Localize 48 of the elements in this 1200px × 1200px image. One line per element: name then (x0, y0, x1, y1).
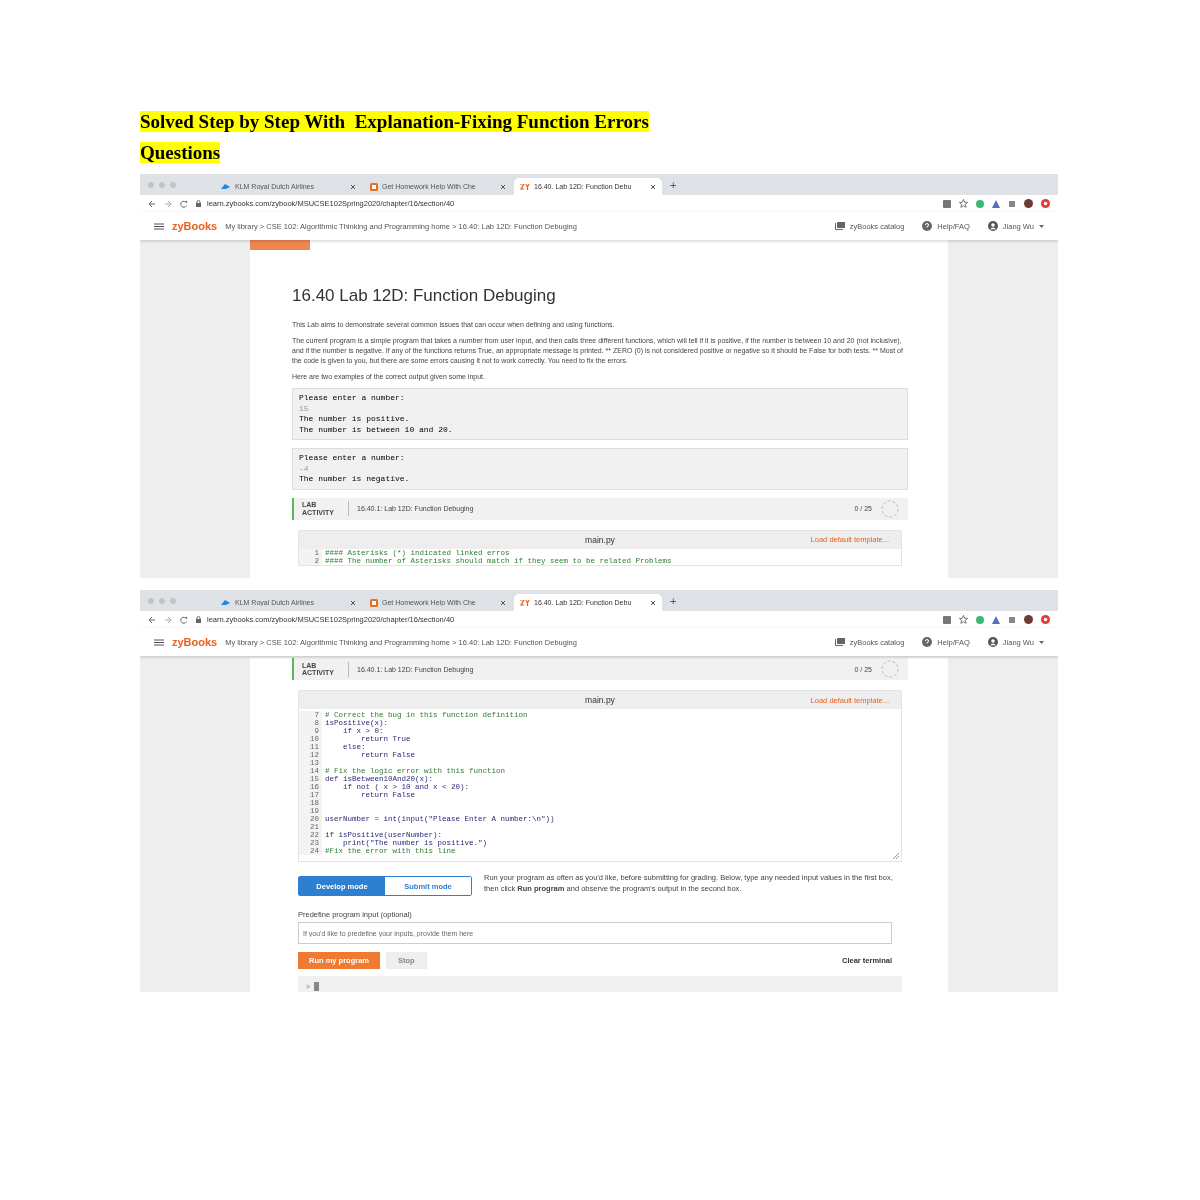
star-icon[interactable] (959, 199, 968, 208)
user-icon[interactable] (987, 637, 998, 647)
help-icon[interactable] (922, 637, 933, 647)
zy-logo-icon (520, 599, 530, 606)
caret-icon[interactable] (1039, 224, 1044, 228)
translate-icon[interactable] (943, 199, 951, 208)
lock-icon (196, 200, 201, 207)
close-icon[interactable] (500, 183, 506, 190)
caret-icon[interactable] (1039, 640, 1044, 644)
site-logo-icon (370, 598, 378, 607)
progress-ring-icon (880, 498, 900, 519)
example-output: Please enter a number: -4 The number is negative. (292, 448, 908, 490)
close-icon[interactable] (350, 599, 356, 606)
new-tab-button[interactable]: + (664, 178, 683, 191)
catalog-icon[interactable] (834, 222, 845, 230)
text-cursor (314, 981, 320, 991)
zy-logo-icon (520, 183, 530, 190)
site-logo-icon (370, 182, 378, 191)
translate-icon[interactable] (943, 615, 951, 624)
back-icon[interactable] (148, 199, 156, 208)
progress-strip (250, 240, 310, 250)
reload-icon[interactable] (180, 615, 188, 624)
menu-icon[interactable] (154, 638, 164, 646)
document-title: Questions (140, 142, 221, 163)
reload-icon[interactable] (180, 199, 188, 208)
progress-ring-icon (880, 659, 900, 679)
catalog-icon[interactable] (834, 638, 845, 646)
back-icon[interactable] (148, 615, 156, 624)
lock-icon (196, 616, 201, 623)
close-icon[interactable] (500, 599, 506, 606)
file-name: main.py (585, 534, 615, 545)
star-icon[interactable] (959, 615, 968, 624)
document-title: Solved Step by Step With Explanation-Fixing Function Errors (140, 111, 649, 132)
file-name: main.py (585, 695, 615, 705)
user-icon[interactable] (987, 221, 998, 231)
airline-logo-icon (220, 599, 231, 606)
close-icon[interactable] (350, 183, 356, 190)
help-icon[interactable] (922, 221, 933, 231)
lesson-title: 16.40 Lab 12D: Function Debuging (292, 286, 557, 306)
zybooks-logo[interactable]: zyBooks (172, 220, 218, 232)
close-icon[interactable] (650, 599, 656, 606)
airline-logo-icon (220, 183, 231, 190)
new-tab-button[interactable]: + (664, 594, 683, 607)
close-icon[interactable] (650, 183, 656, 190)
example-output: Please enter a number: 15 The number is positive. The number is between 10 and 20. (292, 388, 908, 440)
menu-icon[interactable] (154, 222, 164, 230)
zybooks-logo[interactable]: zyBooks (172, 636, 218, 648)
resize-handle-icon[interactable] (893, 853, 899, 859)
